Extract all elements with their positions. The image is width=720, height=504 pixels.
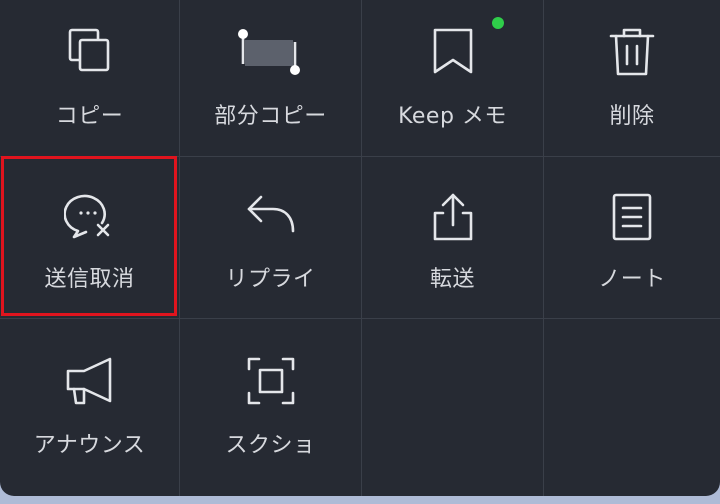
partial-copy-button[interactable]: 部分コピー [180, 0, 362, 157]
reply-button[interactable]: リプライ [180, 157, 362, 319]
unsend-button[interactable]: 送信取消 [0, 157, 180, 319]
keep-memo-label: Keep メモ [398, 104, 507, 129]
note-button[interactable]: ノート [544, 157, 720, 319]
message-action-menu: コピー 部分コピー Keep メモ 削除 送信取消 リプライ 転送 ノート アナ… [0, 0, 720, 496]
megaphone-icon [64, 355, 116, 407]
partial-copy-label: 部分コピー [214, 104, 327, 129]
trash-icon [606, 26, 658, 78]
reply-icon [245, 191, 297, 243]
share-icon [427, 191, 479, 243]
copy-button[interactable]: コピー [0, 0, 180, 157]
announce-label: アナウンス [33, 433, 146, 458]
forward-label: 転送 [429, 267, 475, 292]
screenshot-button[interactable]: スクショ [180, 319, 362, 496]
keep-memo-button[interactable]: Keep メモ [362, 0, 544, 157]
screenshot-label: スクショ [225, 433, 316, 458]
delete-button[interactable]: 削除 [544, 0, 720, 157]
action-grid: コピー 部分コピー Keep メモ 削除 送信取消 リプライ 転送 ノート アナ… [0, 0, 720, 496]
note-icon [606, 191, 658, 243]
unsend-icon [63, 191, 116, 243]
empty-cell [362, 319, 544, 496]
copy-label: コピー [55, 104, 124, 129]
bookmark-icon [427, 26, 479, 78]
empty-cell [544, 319, 720, 496]
unsend-label: 送信取消 [44, 267, 135, 292]
copy-icon [64, 26, 116, 78]
partial-copy-icon [235, 26, 307, 78]
announce-button[interactable]: アナウンス [0, 319, 180, 496]
reply-label: リプライ [225, 267, 316, 292]
note-label: ノート [598, 267, 666, 292]
forward-button[interactable]: 転送 [362, 157, 544, 319]
screenshot-icon [245, 355, 297, 407]
delete-label: 削除 [609, 104, 655, 129]
new-badge-dot [492, 17, 504, 29]
